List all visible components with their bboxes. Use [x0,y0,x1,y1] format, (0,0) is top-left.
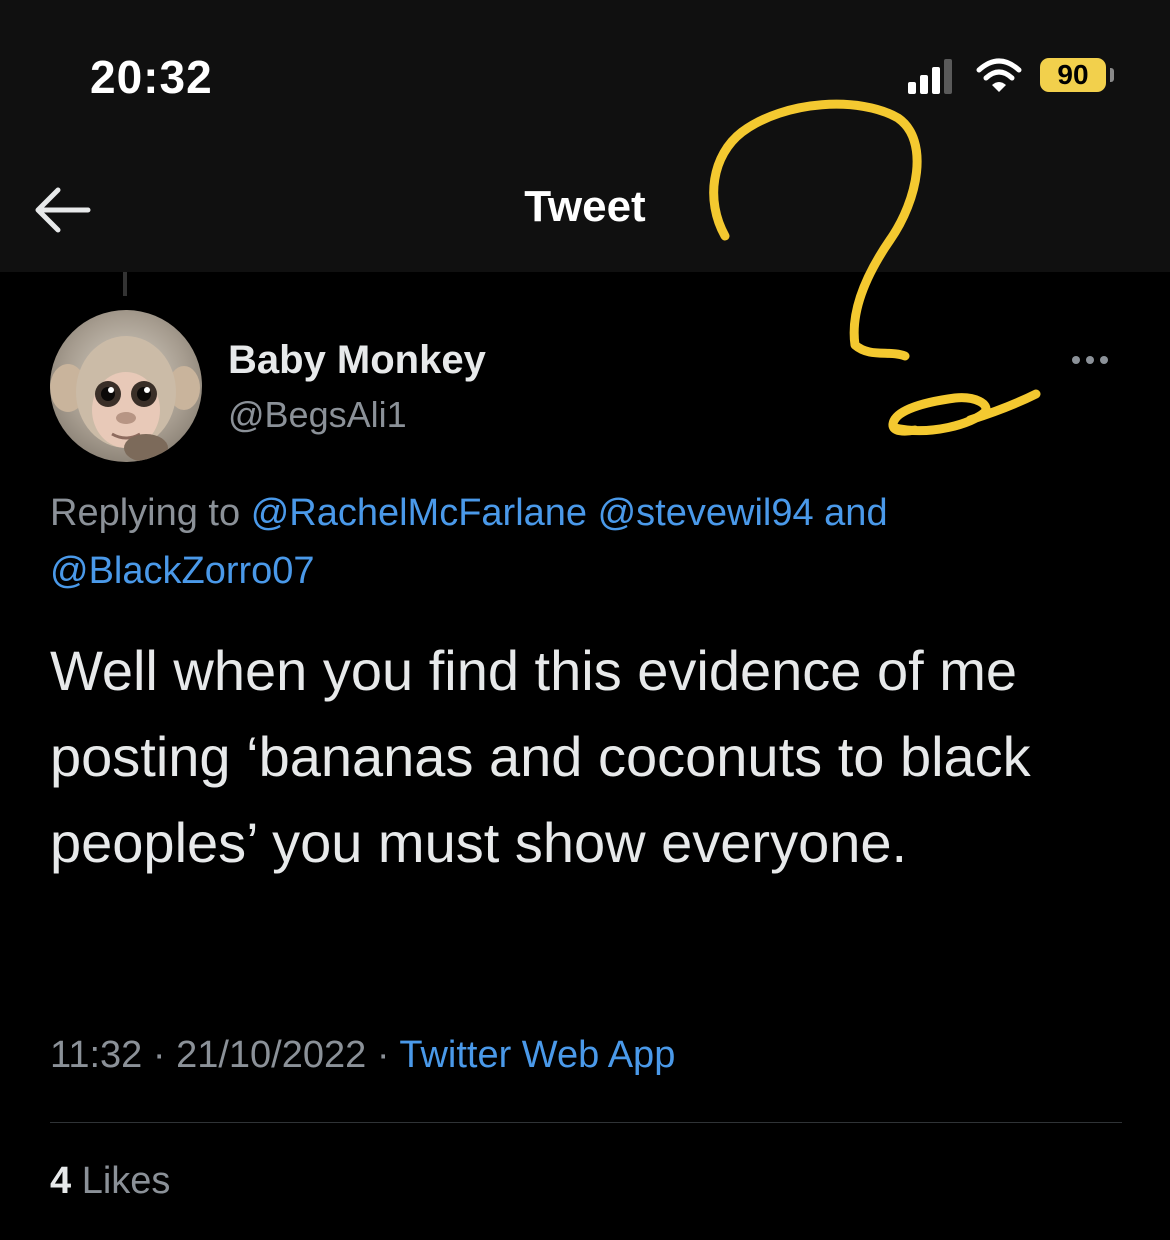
author-display-name[interactable]: Baby Monkey [228,338,486,383]
wifi-icon [976,58,1022,92]
mention-link-blackzorro07[interactable]: @BlackZorro07 [50,550,315,592]
tweet-date: 21/10/2022 [176,1034,367,1076]
page-title: Tweet [524,182,646,231]
tweet-text: Well when you find this evidence of me p… [50,639,1031,874]
battery-icon: 90 [1040,58,1106,92]
arrow-left-icon [35,187,91,233]
avatar[interactable] [50,310,202,462]
tweet-source-link[interactable]: Twitter Web App [399,1034,675,1076]
likes-count: 4 [50,1160,72,1202]
status-icons: 90 [900,50,1140,100]
tweet-meta: 11:32 · 21/10/2022 · Twitter Web App [50,1034,675,1077]
tweet-time: 11:32 [50,1034,143,1076]
meta-separator: · [376,1034,390,1076]
mention-link-rachelmcfarlane[interactable]: @RachelMcFarlane [251,492,587,534]
author-handle[interactable]: @BegsAli1 [228,394,407,436]
status-time: 20:32 [90,51,213,103]
mention-link-stevewil94[interactable]: @stevewil94 [598,492,814,534]
likes-label: Likes [81,1160,171,1202]
more-options-button[interactable] [1066,340,1126,380]
divider [50,1122,1122,1123]
likes-link[interactable]: 4 Likes [50,1160,170,1203]
replying-to-and: and [824,492,888,534]
battery-nub [1110,68,1114,82]
monkey-avatar-image [50,336,200,462]
more-horizontal-icon [1072,356,1108,364]
signal-icon [908,59,952,94]
replying-to-label: Replying to [50,492,241,534]
back-button[interactable] [30,180,92,240]
replying-to: Replying to @RachelMcFarlane @stevewil94… [50,484,1130,600]
thread-connector-line [123,272,127,296]
meta-separator: · [152,1034,166,1076]
